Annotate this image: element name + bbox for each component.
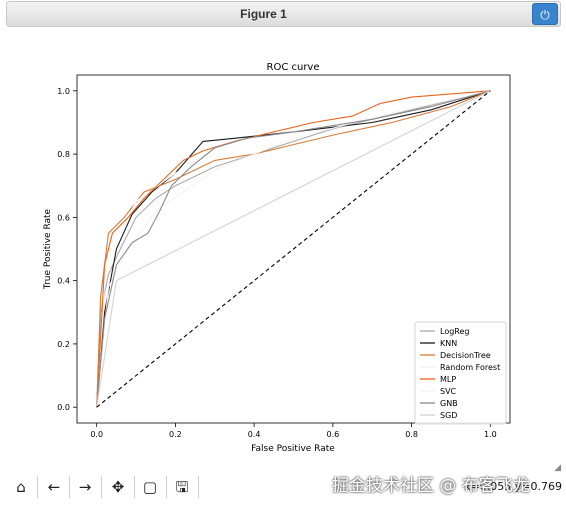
watermark: 掘金技术社区 @ 布客飞龙 [332,476,530,496]
legend-label: Random Forest [440,363,500,372]
chart-canvas[interactable]: ROC curve False Positive Rate True Posit… [0,40,566,460]
toolbar-separator [69,476,70,498]
legend-box [414,321,507,425]
toolbar-separator [198,476,199,498]
y-axis-label: True Positive Rate [43,208,53,290]
legend-label: LogReg [440,327,470,336]
y-tick-label: 0.2 [57,340,70,349]
legend-label: KNN [440,339,457,348]
x-tick-label: 1.0 [484,430,497,439]
power-icon[interactable]: ⏻ [532,3,558,25]
save-icon[interactable]: 🖫 [169,475,195,499]
zoom-icon[interactable]: ▢ [137,475,163,499]
forward-icon[interactable]: → [72,475,98,499]
toolbar-separator [134,476,135,498]
home-icon[interactable]: ⌂ [8,475,34,499]
chart-title: ROC curve [267,62,320,73]
legend-label: MLP [440,375,456,384]
legend-label: SVC [440,387,457,396]
x-tick-label: 0.8 [405,430,418,439]
legend: LogReg KNN DecisionTree Random Forest MLP SVC… [414,321,507,425]
figure-titlebar: Figure 1 ⏻ [6,1,561,27]
toolbar-separator [166,476,167,498]
figure-title: Figure 1 [240,7,287,21]
toolbar-separator [101,476,102,498]
x-tick-label: 0.0 [90,430,103,439]
legend-label: GNB [440,399,458,408]
y-tick-label: 0.0 [57,403,70,412]
back-icon[interactable]: ← [41,475,67,499]
resize-grip-icon[interactable]: ◢ [554,463,561,473]
y-tick-label: 0.4 [57,277,70,286]
x-tick-label: 0.2 [169,430,182,439]
x-tick-label: 0.4 [248,430,261,439]
pan-icon[interactable]: ✥ [105,475,131,499]
legend-label: DecisionTree [440,351,491,360]
y-tick-label: 0.8 [57,150,70,159]
y-tick-label: 1.0 [57,87,70,96]
x-axis-label: False Positive Rate [251,444,335,454]
x-tick-label: 0.6 [326,430,339,439]
roc-chart: ROC curve False Positive Rate True Posit… [43,62,511,454]
y-tick-label: 0.6 [57,213,70,222]
toolbar-separator [37,476,38,498]
legend-label: SGD [440,411,457,420]
